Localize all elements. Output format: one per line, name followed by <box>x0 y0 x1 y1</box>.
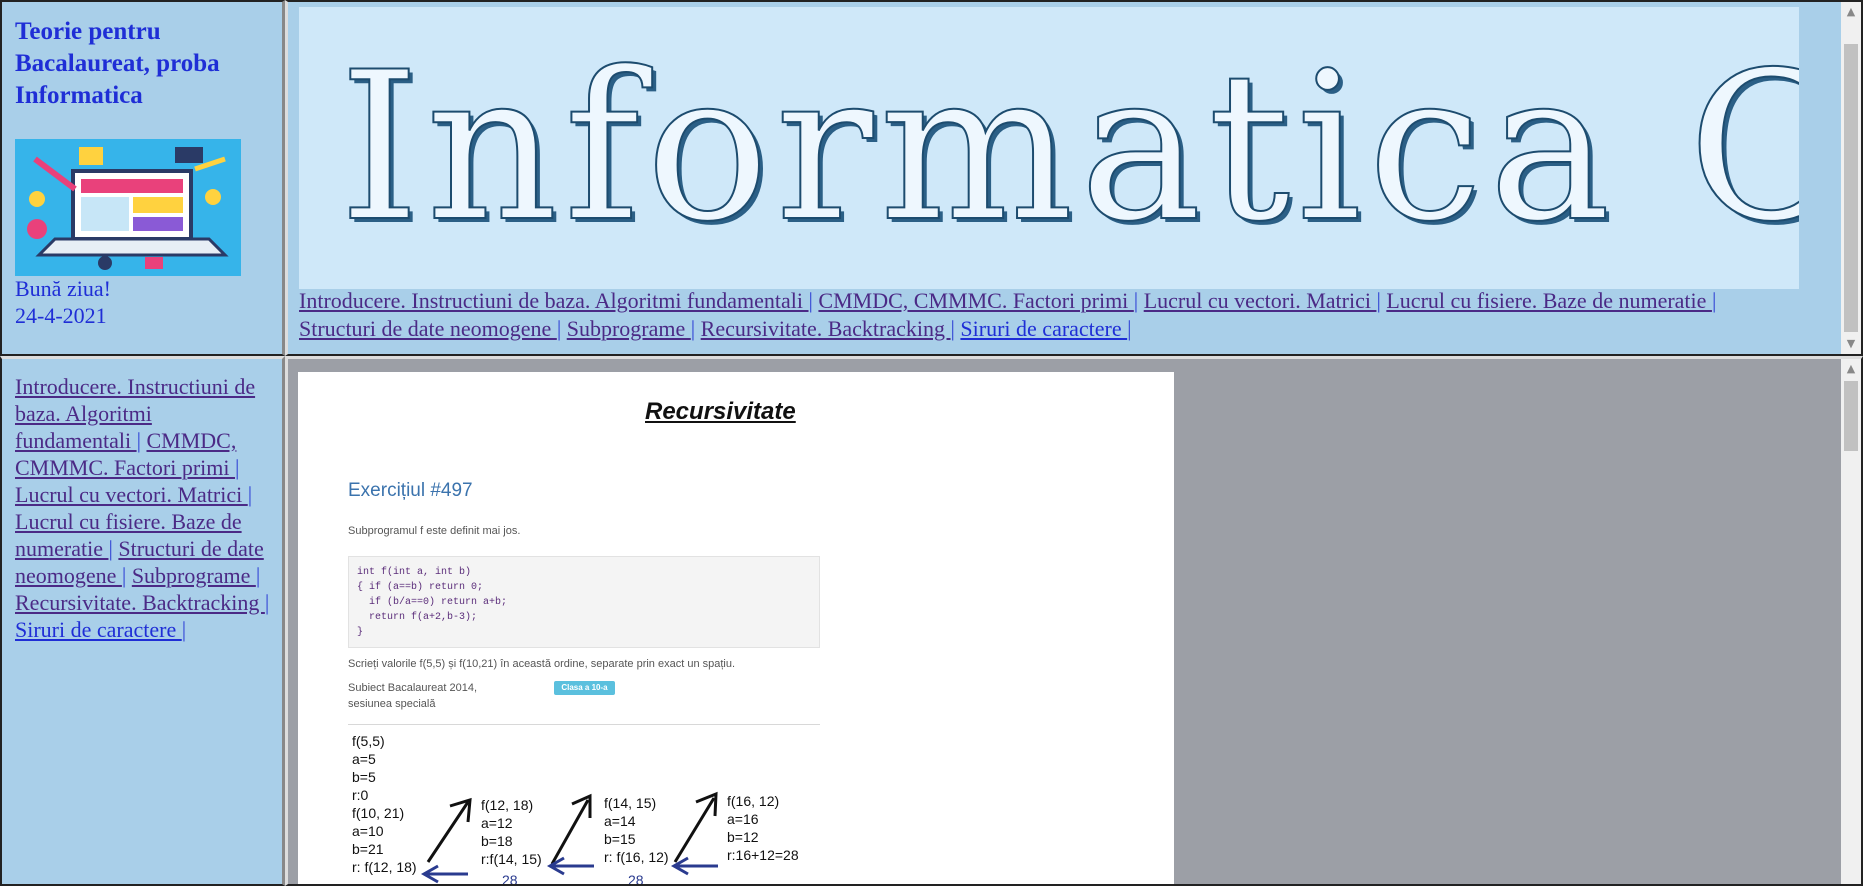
top-navigation: Introducere. Instructiuni de baza. Algor… <box>299 287 1749 343</box>
trace-arrows <box>420 791 718 884</box>
sidebar-navigation: Introducere. Instructiuni de baza. Algor… <box>15 373 270 643</box>
nav-separator: | <box>1133 288 1139 313</box>
laptop-illustration <box>15 139 241 276</box>
content-frame: Recursivitate Exercițiul #497 Subprogram… <box>285 356 1863 886</box>
arrow-up-1 <box>426 801 470 863</box>
header-left-frame: Teorie pentru Bacalaureat, proba Informa… <box>0 0 285 356</box>
nav-separator: | <box>255 563 261 588</box>
sidebar-link-vectori[interactable]: Lucrul cu vectori. Matrici <box>15 482 248 507</box>
content-scrollbar[interactable]: ▲ <box>1841 359 1861 884</box>
nav-link-structuri[interactable]: Structuri de date neomogene <box>299 316 557 341</box>
nav-link-siruri[interactable]: Siruri de caractere <box>960 316 1127 341</box>
sidebar-frame: Introducere. Instructiuni de baza. Algor… <box>0 356 285 886</box>
date-text: 24-4-2021 <box>15 303 107 328</box>
scroll-up-arrow-icon[interactable]: ▲ <box>1841 2 1861 22</box>
header-right-frame: Informatica C++ Introducere. Instructiun… <box>285 0 1863 356</box>
nav-link-fisiere[interactable]: Lucrul cu fisiere. Baze de numeratie <box>1386 288 1712 313</box>
banner-title: Informatica C++ <box>338 29 1799 267</box>
nav-separator: | <box>808 288 813 313</box>
nav-link-vectori[interactable]: Lucrul cu vectori. Matrici <box>1144 288 1377 313</box>
scroll-down-arrow-icon[interactable]: ▼ <box>1841 334 1861 354</box>
nav-separator: | <box>247 482 253 507</box>
banner-image: Informatica C++ <box>299 7 1799 289</box>
scroll-thumb[interactable] <box>1844 381 1858 451</box>
nav-separator: | <box>108 536 113 561</box>
nav-separator: | <box>950 316 955 341</box>
scroll-up-arrow-icon[interactable]: ▲ <box>1841 359 1861 379</box>
arrow-up-2 <box>550 799 590 865</box>
nav-separator: | <box>121 563 127 588</box>
nav-separator: | <box>235 455 240 480</box>
nav-separator: | <box>264 590 270 615</box>
greeting-block: Bună ziua! 24-4-2021 <box>15 275 111 329</box>
nav-separator: | <box>556 316 562 341</box>
nav-separator: | <box>1376 288 1381 313</box>
nav-separator: | <box>690 316 696 341</box>
document-page: Recursivitate Exercițiul #497 Subprogram… <box>298 372 1174 884</box>
scroll-thumb[interactable] <box>1844 44 1858 332</box>
nav-separator: | <box>181 617 187 642</box>
nav-link-subprograme[interactable]: Subprograme <box>567 316 691 341</box>
nav-link-cmmdc[interactable]: CMMDC, CMMMC. Factori primi <box>818 288 1133 313</box>
nav-link-introducere[interactable]: Introducere. Instructiuni de baza. Algor… <box>299 288 809 313</box>
site-title: Teorie pentru Bacalaureat, proba Informa… <box>15 18 220 109</box>
sidebar-link-siruri[interactable]: Siruri de caractere <box>15 617 182 642</box>
nav-link-recursivitate[interactable]: Recursivitate. Backtracking <box>701 316 951 341</box>
nav-separator: | <box>1711 288 1717 313</box>
sidebar-link-subprograme[interactable]: Subprograme <box>132 563 256 588</box>
arrow-up-3 <box>673 797 716 863</box>
nav-separator: | <box>1127 316 1132 341</box>
greeting-text: Bună ziua! <box>15 276 111 301</box>
sidebar-link-recursivitate[interactable]: Recursivitate. Backtracking <box>15 590 265 615</box>
nav-separator: | <box>136 428 141 453</box>
top-scrollbar[interactable]: ▲ ▼ <box>1841 2 1861 354</box>
